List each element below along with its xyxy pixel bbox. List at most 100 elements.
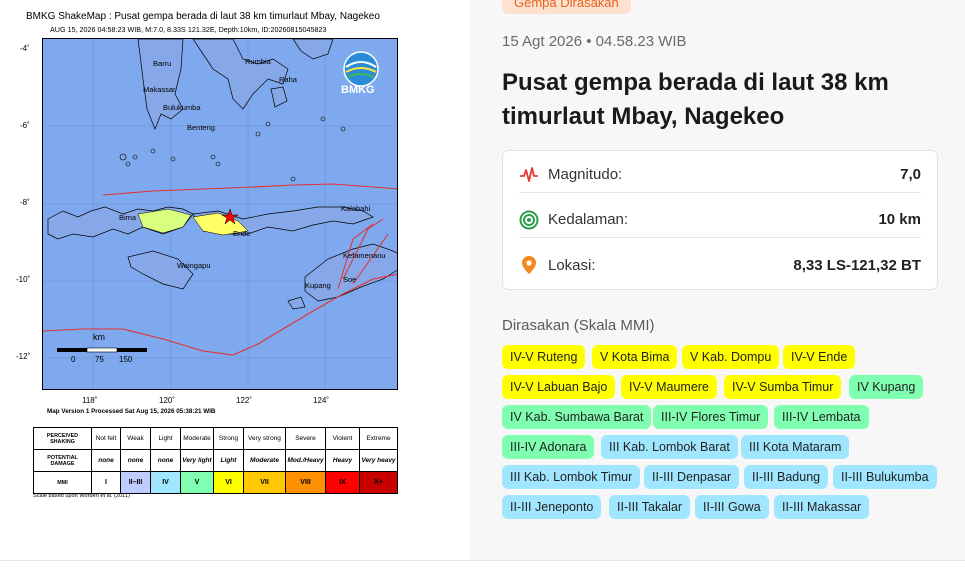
detail-label: Lokasi: (548, 256, 596, 274)
legend-cell: Very strong (243, 427, 286, 450)
map-label-barru: Barru (153, 59, 172, 68)
lon-tick: 122˚ (236, 396, 253, 405)
legend-cell: Strong (213, 427, 244, 450)
felt-tag[interactable]: III-IV Lembata (774, 405, 869, 429)
legend-mmi-cell: VI (213, 471, 244, 494)
legend-cell: Very heavy (359, 449, 398, 472)
lon-tick: 118˚ (82, 396, 98, 405)
felt-tag[interactable]: V Kota Bima (592, 345, 678, 369)
lat-tick: -8˚ (20, 198, 30, 207)
bottom-divider (0, 560, 965, 570)
map-label-kalabahi: Kalabahi (341, 204, 371, 213)
event-details-card: Magnitudo: 7,0 Kedalaman: 10 km Lokasi: … (502, 150, 938, 290)
pulse-icon (519, 165, 539, 185)
scale-bar-value: 75 (95, 355, 104, 364)
legend-mmi-cell: X+ (359, 471, 398, 494)
legend-row-header: MMI (33, 471, 92, 494)
scale-bar-unit: km (93, 332, 105, 342)
legend-cell: Moderate (243, 449, 286, 472)
legend-cell: Light (213, 449, 244, 472)
felt-tag[interactable]: III-IV Flores Timur (653, 405, 769, 429)
felt-tag[interactable]: III Kota Mataram (741, 435, 850, 459)
detail-value: 10 km (878, 211, 921, 228)
felt-tag[interactable]: II-III Bulukumba (833, 465, 937, 489)
legend-cell: none (91, 449, 121, 472)
shakemap-panel: BMKG ShakeMap : Pusat gempa berada di la… (0, 0, 470, 560)
felt-tag[interactable]: II-III Denpasar (644, 465, 740, 489)
event-datetime: 15 Agt 2026 • 04.58.23 WIB (502, 33, 687, 50)
detail-value: 7,0 (900, 166, 921, 183)
map-label-makassar: Makassar (143, 85, 176, 94)
map-label-waingapu: Waingapu (177, 261, 211, 270)
map-version-text: Map Version 1 Processed Sat Aug 15, 2026… (47, 408, 216, 415)
felt-tag[interactable]: IV Kupang (849, 375, 924, 399)
felt-tag[interactable]: II-III Badung (744, 465, 829, 489)
detail-value: 8,33 LS-121,32 BT (793, 256, 921, 274)
legend-cell: none (150, 449, 181, 472)
legend-mmi-cell: I (91, 471, 121, 494)
lat-tick: -10˚ (16, 275, 31, 284)
legend-mmi-cell: II–III (120, 471, 151, 494)
legend-cell: Heavy (325, 449, 360, 472)
map-label-raha: Raha (279, 75, 297, 84)
lat-tick: -4˚ (20, 44, 30, 53)
felt-section-title: Dirasakan (Skala MMI) (502, 317, 655, 334)
scale-bar-value: 150 (119, 355, 133, 364)
legend-cell: Very light (180, 449, 214, 472)
map-label-bulukumba: Bulukumba (163, 103, 201, 112)
felt-tag[interactable]: II-III Makassar (774, 495, 870, 519)
detail-label: Magnitudo: (548, 166, 623, 183)
detail-label: Kedalaman: (548, 211, 629, 228)
legend-row-header: POTENTIAL DAMAGE (33, 449, 92, 472)
mmi-legend-table: PERCEIVED SHAKING Not felt Weak Light Mo… (33, 427, 398, 494)
shakemap-subtitle: AUG 15, 2026 04:58:23 WIB, M:7.0, 8.33S … (50, 25, 327, 34)
legend-mmi-cell: IX (325, 471, 360, 494)
map-label-kefamenanu: Kefamenanu (343, 251, 386, 260)
legend-cell: Mod./Heavy (285, 449, 326, 472)
event-detail-panel: Gempa Dirasakan 15 Agt 2026 • 04.58.23 W… (470, 0, 965, 560)
legend-cell: Severe (285, 427, 326, 450)
legend-mmi-cell: V (180, 471, 214, 494)
lon-tick: 120˚ (159, 396, 176, 405)
legend-cell: Not felt (91, 427, 121, 450)
legend-cell: Moderate (180, 427, 214, 450)
legend-cell: Weak (120, 427, 151, 450)
felt-tag[interactable]: IV-V Maumere (621, 375, 717, 399)
felt-tag[interactable]: IV Kab. Sumbawa Barat (502, 405, 652, 429)
legend-mmi-cell: IV (150, 471, 181, 494)
felt-tag[interactable]: II-III Takalar (609, 495, 691, 519)
felt-tag[interactable]: III Kab. Lombok Timur (502, 465, 641, 489)
map-label-soe: Soe (343, 275, 357, 284)
lat-tick: -6˚ (20, 121, 30, 130)
felt-tag[interactable]: III Kab. Lombok Barat (601, 435, 738, 459)
map-label-rumbia: Rumbia (245, 57, 271, 66)
felt-tag[interactable]: II-III Gowa (695, 495, 769, 519)
scale-note: Scale based upon Worden et al. (2011) (33, 493, 130, 499)
lat-tick: -12˚ (16, 352, 31, 361)
detail-row-magnitude: Magnitudo: 7,0 (519, 157, 921, 193)
target-icon (519, 210, 539, 230)
felt-tag[interactable]: IV-V Ruteng (502, 345, 586, 369)
legend-mmi-cell: VIII (285, 471, 326, 494)
map-label-ende: Ende (233, 229, 251, 238)
lon-tick: 124˚ (313, 396, 330, 405)
map-label-kupang: Kupang (305, 281, 331, 290)
legend-mmi-cell: VII (243, 471, 286, 494)
felt-tag[interactable]: V Kab. Dompu (682, 345, 780, 369)
felt-tag[interactable]: IV-V Labuan Bajo (502, 375, 616, 399)
page: BMKG ShakeMap : Pusat gempa berada di la… (0, 0, 965, 570)
felt-tag[interactable]: IV-V Sumba Timur (724, 375, 842, 399)
map-label-benteng: Benteng (187, 123, 215, 132)
bmkg-logo-text: BMKG (341, 84, 375, 96)
event-headline: Pusat gempa berada di laut 38 km timurla… (502, 69, 889, 130)
map-label-bima: Bima (119, 213, 137, 222)
legend-cell: Violent (325, 427, 360, 450)
detail-row-location: Lokasi: 8,33 LS-121,32 BT (519, 247, 921, 283)
felt-tag[interactable]: III-IV Adonara (502, 435, 595, 459)
felt-tag[interactable]: II-III Jeneponto (502, 495, 602, 519)
felt-tag[interactable]: IV-V Ende (783, 345, 856, 369)
felt-badge: Gempa Dirasakan (502, 0, 631, 14)
shakemap-image[interactable]: BMKG Barru Makassar Bulukumba Benteng Ru… (42, 38, 398, 390)
detail-row-depth: Kedalaman: 10 km (519, 202, 921, 238)
scale-bar-value: 0 (71, 355, 76, 364)
